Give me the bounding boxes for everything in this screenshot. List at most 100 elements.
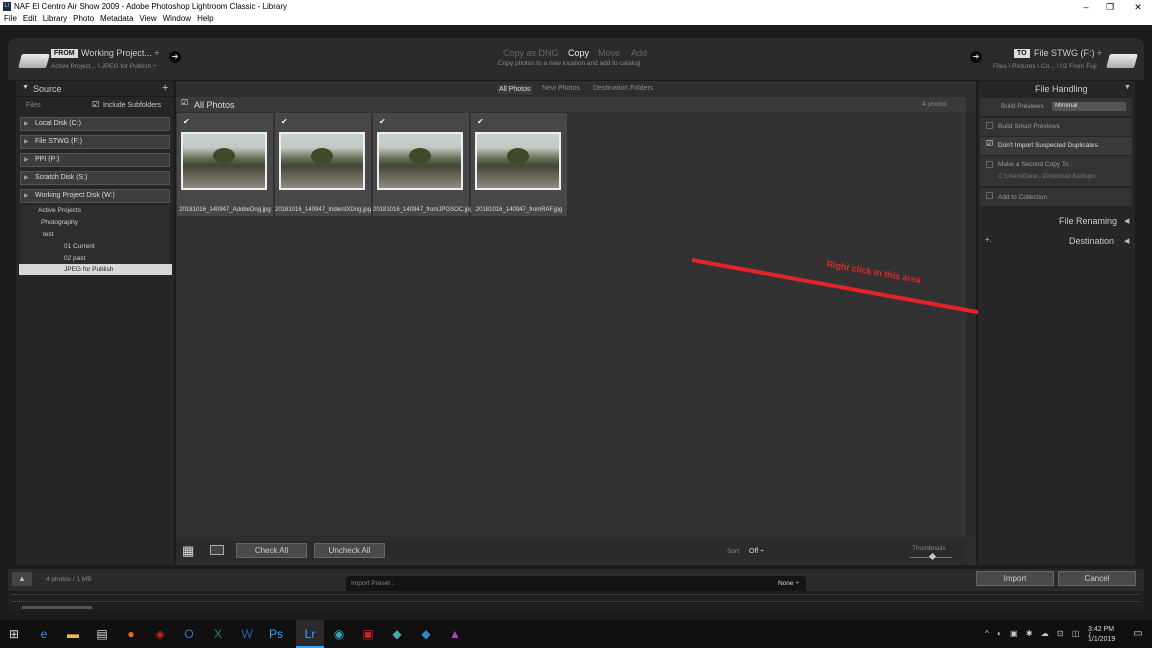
mode-copy-as-dng[interactable]: Copy as DNG (503, 48, 559, 58)
excel-icon[interactable]: X (204, 620, 232, 648)
word-icon[interactable]: W (233, 620, 261, 648)
cancel-button[interactable]: Cancel (1058, 571, 1136, 586)
checkbox-checked-icon[interactable]: ☑ (986, 139, 993, 148)
collapse-up-icon[interactable]: ▲ (12, 572, 32, 586)
firefox-icon[interactable]: ● (117, 620, 145, 648)
menu-library[interactable]: Library (43, 14, 67, 23)
app-icon[interactable]: ◆ (383, 620, 411, 648)
checkbox-checked-icon[interactable]: ☑ (92, 100, 99, 109)
build-previews-select[interactable]: Minimal (1052, 102, 1126, 111)
photo-cell[interactable]: ✔ 20181016_140947_AdobeDng.jpg (177, 113, 273, 216)
menu-edit[interactable]: Edit (23, 14, 37, 23)
menu-file[interactable]: File (4, 14, 17, 23)
outlook-icon[interactable]: O (175, 620, 203, 648)
menu-photo[interactable]: Photo (73, 14, 94, 23)
slider-handle[interactable] (928, 552, 937, 561)
add-icon[interactable]: +. (985, 235, 992, 244)
close-button[interactable]: ✕ (1124, 0, 1152, 14)
sort-select[interactable]: Off ÷ (749, 548, 764, 555)
photo-thumbnail[interactable] (475, 132, 561, 190)
mode-copy[interactable]: Copy (568, 48, 589, 58)
menu-window[interactable]: Window (163, 14, 191, 23)
from-source-name[interactable]: Working Project... ÷ (81, 48, 159, 58)
checkbox-checked-icon[interactable]: ✔ (281, 117, 288, 126)
menu-help[interactable]: Help (197, 14, 213, 23)
app-icon[interactable]: ◆ (412, 620, 440, 648)
file-handling-header[interactable]: File Handling (1035, 84, 1088, 94)
destination-header[interactable]: Destination (1069, 236, 1114, 246)
destination-name[interactable]: File STWG (F:) ÷ (1034, 48, 1102, 58)
tab-new-photos[interactable]: New Photos (542, 85, 580, 92)
mode-add[interactable]: Add (631, 48, 647, 58)
volume-ppi[interactable]: PPI (P:) (20, 153, 170, 167)
destination-path[interactable]: Files \ Pictures \ Co... \ 02 From Fuji (993, 63, 1097, 70)
checkbox-checked-icon[interactable]: ✔ (477, 117, 484, 126)
folder-photography[interactable]: Photography (41, 219, 78, 226)
lightroom-icon[interactable]: Lr (296, 620, 324, 648)
menu-view[interactable]: View (139, 14, 156, 23)
system-tray-icons[interactable]: ^ ◐ ▣ ✱ ☁ ⊡ ◫ ♪ (985, 629, 1095, 638)
photo-filename: 20181016_140947_fromRAF.jpg (475, 207, 563, 213)
photo-thumbnail[interactable] (181, 132, 267, 190)
folder-02-past[interactable]: 02 past (64, 255, 85, 262)
volume-scratch-disk[interactable]: Scratch Disk (S:) (20, 171, 170, 185)
tab-all-photos[interactable]: All Photos (497, 85, 533, 94)
checkbox-checked-icon[interactable]: ☑ (181, 98, 188, 107)
photo-cell[interactable]: ✔ 20181016_140947_IridientXDng.jpg (275, 113, 371, 216)
add-to-collection-row[interactable]: Add to Collection (980, 188, 1132, 206)
lightroom-logo-icon: Lr (3, 2, 11, 11)
dont-import-duplicates-row[interactable]: ☑ Don't Import Suspected Duplicates (980, 137, 1132, 155)
import-button[interactable]: Import (976, 571, 1054, 586)
checkbox-checked-icon[interactable]: ✔ (379, 117, 386, 126)
folder-01-current[interactable]: 01 Current (64, 243, 95, 250)
clock-date[interactable]: 1/1/2019 (1088, 636, 1115, 643)
photo-cell[interactable]: ✔ 20181016_140947_fromJPGSOC.jpg (373, 113, 473, 216)
photo-thumbnail[interactable] (377, 132, 463, 190)
folder-test[interactable]: test (43, 231, 53, 238)
photo-filename: 20181016_140947_AdobeDng.jpg (179, 207, 271, 213)
loupe-view-icon[interactable] (210, 545, 224, 555)
checkbox-checked-icon[interactable]: ✔ (183, 117, 190, 126)
store-icon[interactable]: ▤ (88, 620, 116, 648)
filmstrip-scrollbar[interactable] (22, 606, 92, 609)
from-source-path[interactable]: Active Project... \ JPEG for Publish ÷ (51, 63, 156, 70)
build-smart-previews-row[interactable]: Build Smart Previews (980, 118, 1132, 136)
menu-metadata[interactable]: Metadata (100, 14, 133, 23)
checkbox-unchecked-icon[interactable] (986, 161, 993, 168)
notifications-icon[interactable]: ▭ (1124, 620, 1152, 648)
file-explorer-icon[interactable]: ▬ (59, 620, 87, 648)
app-icon[interactable]: ◉ (325, 620, 353, 648)
volume-working-project-disk[interactable]: Working Project Disk (W:) (20, 189, 170, 203)
import-preset-select[interactable]: None ÷ (778, 580, 799, 587)
file-renaming-header[interactable]: File Renaming (1059, 216, 1117, 226)
app-icon[interactable]: ◈ (146, 620, 174, 648)
volume-file-stwg[interactable]: File STWG (F:) (20, 135, 170, 149)
app-icon[interactable]: ▣ (354, 620, 382, 648)
photo-thumbnail[interactable] (279, 132, 365, 190)
source-header[interactable]: ▼ Source + (16, 81, 174, 97)
uncheck-all-button[interactable]: Uncheck All (314, 543, 385, 558)
folder-jpeg-for-publish[interactable]: JPEG for Publish (64, 266, 114, 273)
volume-local-disk[interactable]: Local Disk (C:) (20, 117, 170, 131)
windows-start-icon[interactable]: ⊞ (0, 620, 28, 648)
photoshop-icon[interactable]: Ps (262, 620, 290, 648)
edge-icon[interactable]: e (30, 620, 58, 648)
clock-time[interactable]: 3:42 PM (1088, 626, 1114, 633)
grid-view-icon[interactable]: ▦ (182, 543, 194, 559)
folder-active-projects[interactable]: Active Projects (38, 207, 81, 214)
mode-move[interactable]: Move (598, 48, 620, 58)
tab-destination-folders[interactable]: Destination Folders (593, 85, 653, 92)
check-all-button[interactable]: Check All (236, 543, 307, 558)
app-icon[interactable]: ▲ (441, 620, 469, 648)
photo-filename: 20181016_140947_fromJPGSOC.jpg (373, 207, 473, 213)
expand-triangle-icon[interactable]: ◀ (1124, 217, 1129, 225)
checkbox-unchecked-icon[interactable] (986, 122, 993, 129)
second-copy-path[interactable]: C:\Users\Dand...\Download Backups (998, 174, 1095, 180)
collapse-triangle-icon[interactable]: ▼ (1124, 84, 1131, 91)
restore-button[interactable]: ❐ (1096, 0, 1124, 14)
checkbox-unchecked-icon[interactable] (986, 192, 993, 199)
expand-triangle-icon[interactable]: ◀ (1124, 237, 1129, 245)
add-source-button[interactable]: + (162, 82, 168, 94)
photo-cell[interactable]: ✔ 20181016_140947_fromRAF.jpg (471, 113, 567, 216)
second-copy-row[interactable]: Make a Second Copy To : C:\Users\Dand...… (980, 156, 1132, 186)
